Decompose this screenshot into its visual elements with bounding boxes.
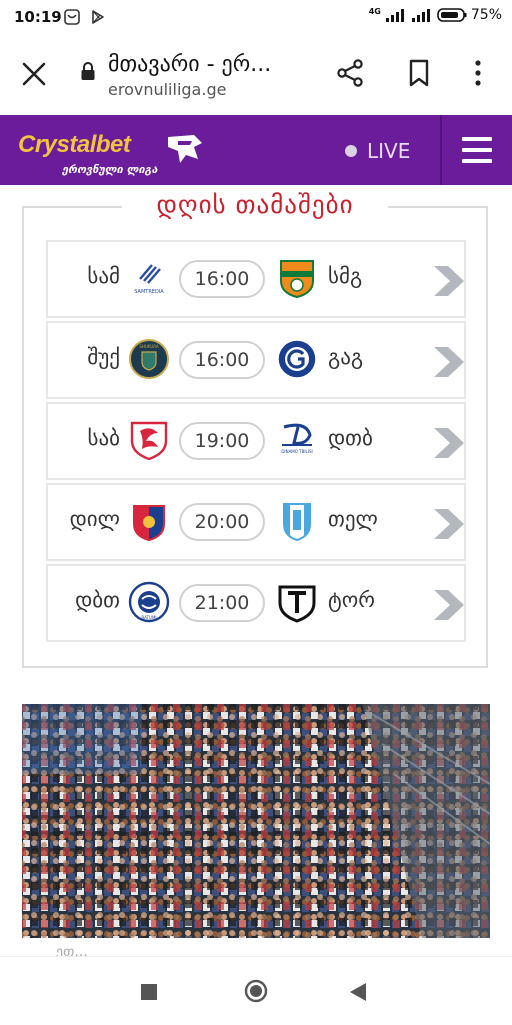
bookmark-icon[interactable] [406, 58, 432, 88]
match-row[interactable]: შუქ SHUKURA 16:00 გაგ [46, 321, 466, 399]
home-team: საბ [87, 426, 120, 450]
site-header: Crystalbet ეროვნული ლიგა LIVE [0, 115, 512, 185]
chevron-right-icon[interactable] [432, 588, 466, 622]
dila-crest-icon [133, 505, 165, 542]
telavi-crest-icon [283, 503, 311, 542]
logo-subtitle: ეროვნული ლიგა [62, 163, 158, 176]
home-team: დბთ [75, 588, 120, 612]
share-icon[interactable] [336, 58, 364, 88]
match-row[interactable]: საბ 19:00 DINAMO TBILISI დთბ [46, 402, 466, 480]
match-time: 16:00 [179, 341, 265, 379]
android-nav-bar [0, 956, 512, 1025]
svg-text:BATUMI: BATUMI [141, 615, 156, 620]
match-row[interactable]: სამ SAMTREDIA 16:00 სმგ [46, 240, 466, 318]
battery-icon [437, 8, 467, 22]
signal-icon [385, 9, 404, 22]
match-time: 21:00 [179, 584, 265, 622]
hamburger-menu-icon[interactable] [462, 137, 492, 163]
play-store-icon [92, 10, 104, 24]
live-label: LIVE [367, 139, 411, 163]
recent-apps-icon[interactable] [141, 984, 157, 1000]
svg-text:SHUKURA: SHUKURA [139, 344, 159, 349]
page-url[interactable]: erovnuliliga.ge [108, 80, 226, 99]
smg-crest-icon [280, 260, 314, 299]
away-team: თელ [328, 507, 378, 531]
network-type: 4G [368, 6, 381, 16]
saburtalo-crest-icon [130, 421, 168, 461]
crystalbet-logo[interactable]: Crystalbet ეროვნული ლიგა [18, 125, 218, 177]
chevron-right-icon[interactable] [432, 345, 466, 379]
signal-icon-2 [411, 9, 430, 22]
status-indicators: 4G 75% [368, 6, 502, 24]
helmet-logo-icon [168, 135, 202, 163]
logo-brand: Crystalbet [18, 131, 131, 158]
match-row[interactable]: დილ 20:00 თელ [46, 483, 466, 561]
away-team: დთბ [328, 426, 373, 450]
gagra-crest-icon [277, 339, 317, 379]
away-team: გაგ [328, 345, 364, 369]
page-title[interactable]: მთავარი - ერ... [108, 52, 318, 77]
close-icon[interactable] [20, 60, 48, 88]
svg-text:DINAMO TBILISI: DINAMO TBILISI [281, 449, 312, 454]
more-vert-icon[interactable] [470, 58, 486, 88]
stadium-crowd-photo[interactable] [22, 704, 490, 938]
live-button[interactable]: LIVE [345, 139, 410, 163]
match-row[interactable]: დბთ BATUMI 21:00 ტორ [46, 564, 466, 642]
message-app-icon [64, 9, 80, 25]
home-team: დილ [69, 507, 120, 531]
crowd-image [22, 704, 490, 938]
status-bar: 10:19 4G 75% [0, 0, 512, 36]
svg-text:SAMTREDIA: SAMTREDIA [134, 289, 164, 295]
dinamo-batumi-crest-icon: BATUMI [128, 581, 170, 623]
dinamo-tbilisi-crest-icon: DINAMO TBILISI [281, 423, 313, 454]
home-icon[interactable] [244, 979, 268, 1003]
live-dot-icon [345, 145, 357, 157]
home-team: შუქ [87, 345, 120, 369]
torpedo-crest-icon [278, 585, 316, 623]
match-time: 19:00 [179, 422, 265, 460]
match-time: 20:00 [179, 503, 265, 541]
chevron-right-icon[interactable] [432, 426, 466, 460]
status-time: 10:19 [14, 8, 62, 26]
away-team: ტორ [328, 588, 375, 612]
header-divider [440, 115, 442, 185]
browser-toolbar: მთავარი - ერ... erovnuliliga.ge [0, 36, 512, 114]
chevron-right-icon[interactable] [432, 507, 466, 541]
battery-percent: 75% [470, 7, 502, 23]
lock-icon [81, 62, 95, 80]
samtredia-crest-icon: SAMTREDIA [134, 264, 164, 295]
back-icon[interactable] [348, 981, 368, 1003]
chevron-right-icon[interactable] [432, 264, 466, 298]
games-title: დღის თამაშები [122, 190, 388, 219]
shukura-crest-icon: SHUKURA [129, 339, 169, 379]
home-team: სამ [87, 264, 120, 288]
match-time: 16:00 [179, 260, 265, 298]
away-team: სმგ [328, 264, 363, 288]
